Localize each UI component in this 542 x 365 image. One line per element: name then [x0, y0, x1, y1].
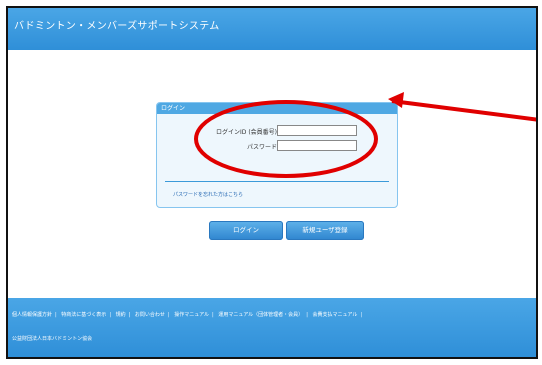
password-row: パスワード: [157, 140, 397, 152]
browser-frame: バドミントン・メンバーズサポートシステム ログイン ログインID (会員番号) …: [6, 6, 538, 359]
member-id-label: ログインID (会員番号): [216, 129, 277, 136]
annotation-arrow-shaft: [391, 99, 536, 122]
footer-separator: |: [306, 312, 308, 318]
site-footer: 個人情報保護方針 | 特商法に基づく表示 | 規約 | お問い合わせ | 操作マニュアル…: [8, 298, 536, 357]
footer-link-privacy[interactable]: 個人情報保護方針: [12, 312, 52, 318]
footer-link-payment-manual[interactable]: 会費支払マニュアル: [312, 312, 357, 318]
register-button[interactable]: 新規ユーザ登録: [286, 221, 364, 240]
footer-link-terms[interactable]: 規約: [116, 312, 126, 318]
footer-separator: |: [128, 312, 131, 318]
site-header: バドミントン・メンバーズサポートシステム: [8, 8, 536, 50]
login-panel-title: ログイン: [157, 103, 397, 114]
forgot-password-link[interactable]: パスワードを忘れた方はこちら: [173, 191, 243, 198]
footer-links: 個人情報保護方針 | 特商法に基づく表示 | 規約 | お問い合わせ | 操作マニュアル…: [12, 311, 365, 318]
login-panel: ログイン ログインID (会員番号) パスワード パスワードを忘れた方はこちら: [156, 102, 398, 208]
footer-link-contact[interactable]: お問い合わせ: [135, 312, 165, 318]
member-id-input[interactable]: [277, 125, 357, 136]
password-label: パスワード: [246, 144, 277, 151]
footer-link-operation-manual[interactable]: 操作マニュアル: [174, 312, 209, 318]
footer-separator: |: [167, 312, 170, 318]
site-title: バドミントン・メンバーズサポートシステム: [14, 21, 220, 32]
footer-separator: |: [109, 312, 111, 318]
login-divider: [165, 181, 389, 182]
footer-separator: |: [55, 312, 57, 318]
footer-separator: |: [212, 312, 214, 318]
footer-link-commerce-act[interactable]: 特商法に基づく表示: [61, 312, 106, 318]
footer-link-admin-manual[interactable]: 運用マニュアル（団体管理者・会員）: [218, 312, 303, 318]
footer-separator: |: [360, 312, 363, 318]
login-button[interactable]: ログイン: [209, 221, 283, 240]
member-id-row: ログインID (会員番号): [157, 125, 397, 137]
password-input[interactable]: [277, 140, 357, 151]
footer-copyright: 公益財団法人日本バドミントン協会: [12, 336, 93, 342]
